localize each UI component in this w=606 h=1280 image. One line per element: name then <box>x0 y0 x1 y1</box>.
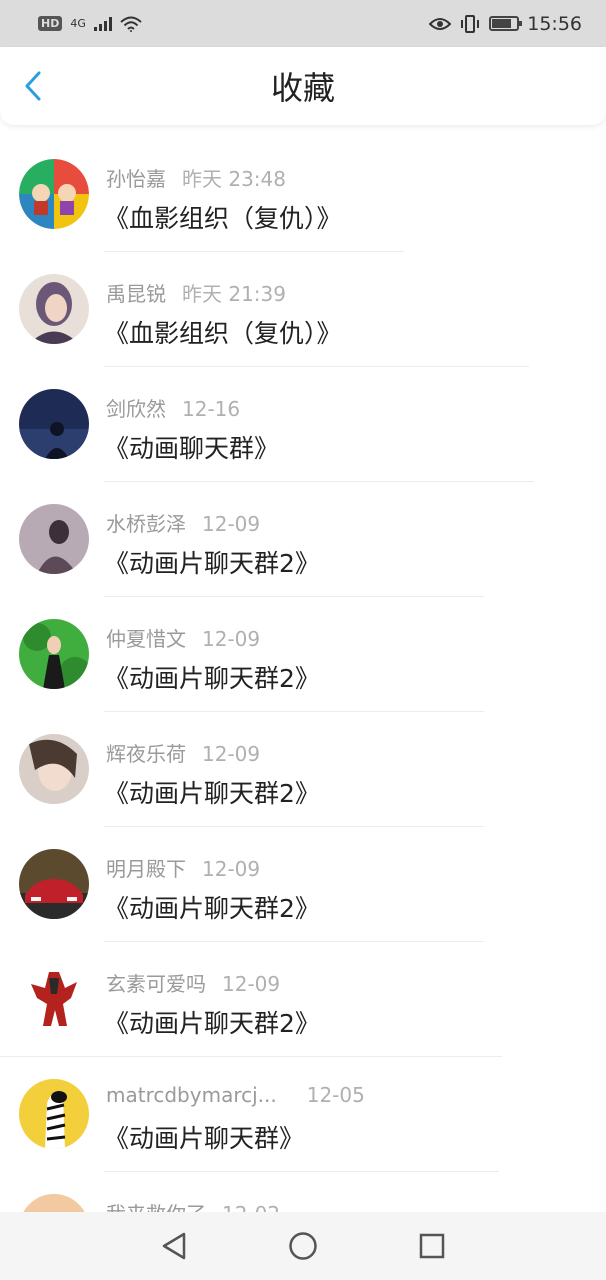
signal-icon <box>93 16 112 31</box>
favorite-item[interactable]: 孙怡嘉 昨天 23:48 《血影组织（复仇）》 <box>0 137 606 252</box>
avatar <box>19 389 89 459</box>
sender-name: 剑欣然 <box>106 397 166 421</box>
network-type: 4G <box>70 17 86 30</box>
sender-name: 水桥彭泽 <box>106 512 186 536</box>
favorite-content: 《动画片聊天群2》 <box>104 549 320 578</box>
favorite-content: 《动画片聊天群2》 <box>104 894 320 923</box>
favorite-time: 12-09 <box>202 512 261 536</box>
favorite-item[interactable]: 玄素可爱吗 12-09 《动画片聊天群2》 <box>0 942 606 1057</box>
favorite-time: 12-09 <box>222 972 281 996</box>
favorite-content: 《动画片聊天群2》 <box>104 779 320 808</box>
favorite-item[interactable]: 剑欣然 12-16 《动画聊天群》 <box>0 367 606 482</box>
recents-square-icon[interactable] <box>418 1232 446 1260</box>
favorite-time: 昨天 21:39 <box>182 282 286 306</box>
favorite-item[interactable]: 明月殿下 12-09 《动画片聊天群2》 <box>0 827 606 942</box>
header-bar: 收藏 <box>0 47 606 125</box>
avatar <box>19 849 89 919</box>
sender-name: 明月殿下 <box>106 857 186 881</box>
favorite-item[interactable]: 辉夜乐荷 12-09 《动画片聊天群2》 <box>0 712 606 827</box>
favorite-item[interactable]: 水桥彭泽 12-09 《动画片聊天群2》 <box>0 482 606 597</box>
avatar <box>19 734 89 804</box>
hd-icon: HD <box>38 16 63 31</box>
sender-name: 孙怡嘉 <box>106 167 166 191</box>
favorite-content: 《动画片聊天群2》 <box>104 1009 320 1038</box>
favorite-time: 12-09 <box>202 742 261 766</box>
avatar <box>19 964 89 1034</box>
favorite-content: 《血影组织（复仇）》 <box>104 204 342 233</box>
favorite-content: 《血影组织（复仇）》 <box>104 319 342 348</box>
system-nav-bar <box>0 1212 606 1280</box>
favorites-list: 孙怡嘉 昨天 23:48 《血影组织（复仇）》 禹昆锐 昨天 21:39 《血影组织… <box>0 137 606 1280</box>
sender-name: 仲夏惜文 <box>106 627 186 651</box>
status-right: 15:56 <box>429 13 582 35</box>
favorite-item[interactable]: 仲夏惜文 12-09 《动画片聊天群2》 <box>0 597 606 712</box>
status-bar: HD 4G 15:56 <box>0 0 606 47</box>
favorite-item[interactable]: 禹昆锐 昨天 21:39 《血影组织（复仇）》 <box>0 252 606 367</box>
avatar <box>19 274 89 344</box>
status-time: 15:56 <box>527 12 582 35</box>
vibrate-icon <box>461 14 480 33</box>
favorite-time: 12-16 <box>182 397 241 421</box>
avatar <box>19 619 89 689</box>
wifi-icon <box>120 16 142 32</box>
favorite-content: 《动画片聊天群》 <box>104 1124 305 1153</box>
home-circle-icon[interactable] <box>288 1231 318 1261</box>
favorite-time: 12-09 <box>202 857 261 881</box>
sender-name: matrcdbymarcj... <box>106 1083 277 1107</box>
page-title: 收藏 <box>270 69 335 107</box>
favorite-time: 12-09 <box>202 627 261 651</box>
favorite-time: 昨天 23:48 <box>182 167 286 191</box>
sender-name: 辉夜乐荷 <box>106 742 186 766</box>
back-triangle-icon[interactable] <box>160 1231 188 1261</box>
sender-name: 禹昆锐 <box>106 282 166 306</box>
avatar <box>19 1079 89 1149</box>
eye-icon <box>429 17 452 30</box>
chevron-left-icon <box>25 71 41 101</box>
status-left: HD 4G <box>38 16 142 32</box>
favorite-time: 12-05 <box>306 1083 365 1107</box>
battery-icon <box>489 16 523 31</box>
favorite-content: 《动画聊天群》 <box>104 434 280 463</box>
back-button[interactable] <box>18 71 48 101</box>
avatar <box>19 504 89 574</box>
sender-name: 玄素可爱吗 <box>106 972 206 996</box>
favorite-item[interactable]: matrcdbymarcj... 12-05 《动画片聊天群》 <box>0 1057 606 1172</box>
avatar <box>19 159 89 229</box>
favorite-content: 《动画片聊天群2》 <box>104 664 320 693</box>
